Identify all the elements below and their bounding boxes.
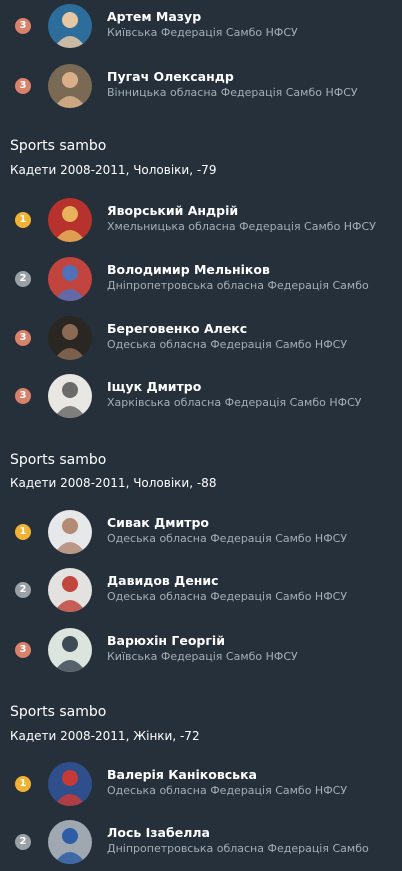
avatar[interactable] (48, 628, 92, 672)
sport-title: Sports sambo (10, 452, 107, 468)
federation-name: Вінницька обласна Федерація Самбо НФСУ (107, 86, 358, 99)
athlete-name[interactable]: Лось Ізабелла (107, 825, 210, 840)
athlete-name[interactable]: Пугач Олександр (107, 69, 234, 84)
federation-name: Київська Федерація Самбо НФСУ (107, 26, 298, 39)
place-badge: 3 (15, 642, 31, 658)
federation-name: Дніпропетровська обласна Федерація Самбо (107, 842, 369, 855)
federation-name: Одеська обласна Федерація Самбо НФСУ (107, 532, 348, 545)
federation-name: Одеська обласна Федерація Самбо НФСУ (107, 784, 348, 797)
athlete-name[interactable]: Сивак Дмитро (107, 515, 209, 530)
place-badge: 2 (15, 582, 31, 598)
avatar[interactable] (48, 316, 92, 360)
athlete-row[interactable]: 3 Береговенко Алекс Одеська обласна Федер… (0, 314, 402, 366)
athlete-row[interactable]: 1 Валерія Каніковська Одеська обласна Фед… (0, 760, 402, 812)
athlete-row[interactable]: 1 Яворський Андрій Хмельницька обласна Фе… (0, 196, 402, 248)
athlete-name[interactable]: Валерія Каніковська (107, 767, 257, 782)
athlete-name[interactable]: Володимир Мельніков (107, 262, 270, 277)
federation-name: Дніпропетровська обласна Федерація Самбо (107, 279, 369, 292)
athlete-row[interactable]: 2 Лось Ізабелла Дніпропетровська обласна … (0, 818, 402, 870)
athlete-row[interactable]: 2 Володимир Мельніков Дніпропетровська об… (0, 255, 402, 307)
place-badge: 2 (15, 271, 31, 287)
place-badge: 1 (15, 524, 31, 540)
place-badge: 3 (15, 388, 31, 404)
place-badge: 3 (15, 330, 31, 346)
place-badge: 2 (15, 834, 31, 850)
place-badge: 1 (15, 212, 31, 228)
avatar[interactable] (48, 257, 92, 301)
avatar[interactable] (48, 510, 92, 554)
athlete-row[interactable]: 3 Іщук Дмитро Харківська обласна Федераці… (0, 372, 402, 424)
athlete-row[interactable]: 3 Варюхін Георгій Київська Федерація Самб… (0, 626, 402, 678)
avatar[interactable] (48, 820, 92, 864)
federation-name: Київська Федерація Самбо НФСУ (107, 650, 298, 663)
avatar[interactable] (48, 568, 92, 612)
category-title: Кадети 2008-2011, Чоловіки, -88 (10, 476, 217, 490)
athlete-name[interactable]: Яворський Андрій (107, 203, 238, 218)
avatar[interactable] (48, 198, 92, 242)
athlete-name[interactable]: Іщук Дмитро (107, 379, 201, 394)
athlete-row[interactable]: 3 Пугач Олександр Вінницька обласна Федер… (0, 62, 402, 114)
avatar[interactable] (48, 374, 92, 418)
place-badge: 3 (15, 18, 31, 34)
federation-name: Харківська обласна Федерація Самбо НФСУ (107, 396, 362, 409)
federation-name: Хмельницька обласна Федерація Самбо НФСУ (107, 220, 376, 233)
category-title: Кадети 2008-2011, Чоловіки, -79 (10, 163, 217, 177)
federation-name: Одеська обласна Федерація Самбо НФСУ (107, 338, 348, 351)
sport-title: Sports sambo (10, 138, 107, 154)
category-title: Кадети 2008-2011, Жінки, -72 (10, 729, 200, 743)
athlete-name[interactable]: Береговенко Алекс (107, 321, 247, 336)
athlete-name[interactable]: Давидов Денис (107, 573, 219, 588)
sport-title: Sports sambo (10, 704, 107, 720)
athlete-row[interactable]: 2 Давидов Денис Одеська обласна Федерація… (0, 566, 402, 618)
athlete-name[interactable]: Артем Мазур (107, 9, 201, 24)
place-badge: 3 (15, 78, 31, 94)
federation-name: Одеська обласна Федерація Самбо НФСУ (107, 590, 348, 603)
athlete-row[interactable]: 1 Сивак Дмитро Одеська обласна Федерація … (0, 508, 402, 560)
athlete-row[interactable]: 3 Артем Мазур Київська Федерація Самбо НФ… (0, 2, 402, 54)
avatar[interactable] (48, 4, 92, 48)
place-badge: 1 (15, 776, 31, 792)
avatar[interactable] (48, 762, 92, 806)
athlete-name[interactable]: Варюхін Георгій (107, 633, 225, 648)
avatar[interactable] (48, 64, 92, 108)
